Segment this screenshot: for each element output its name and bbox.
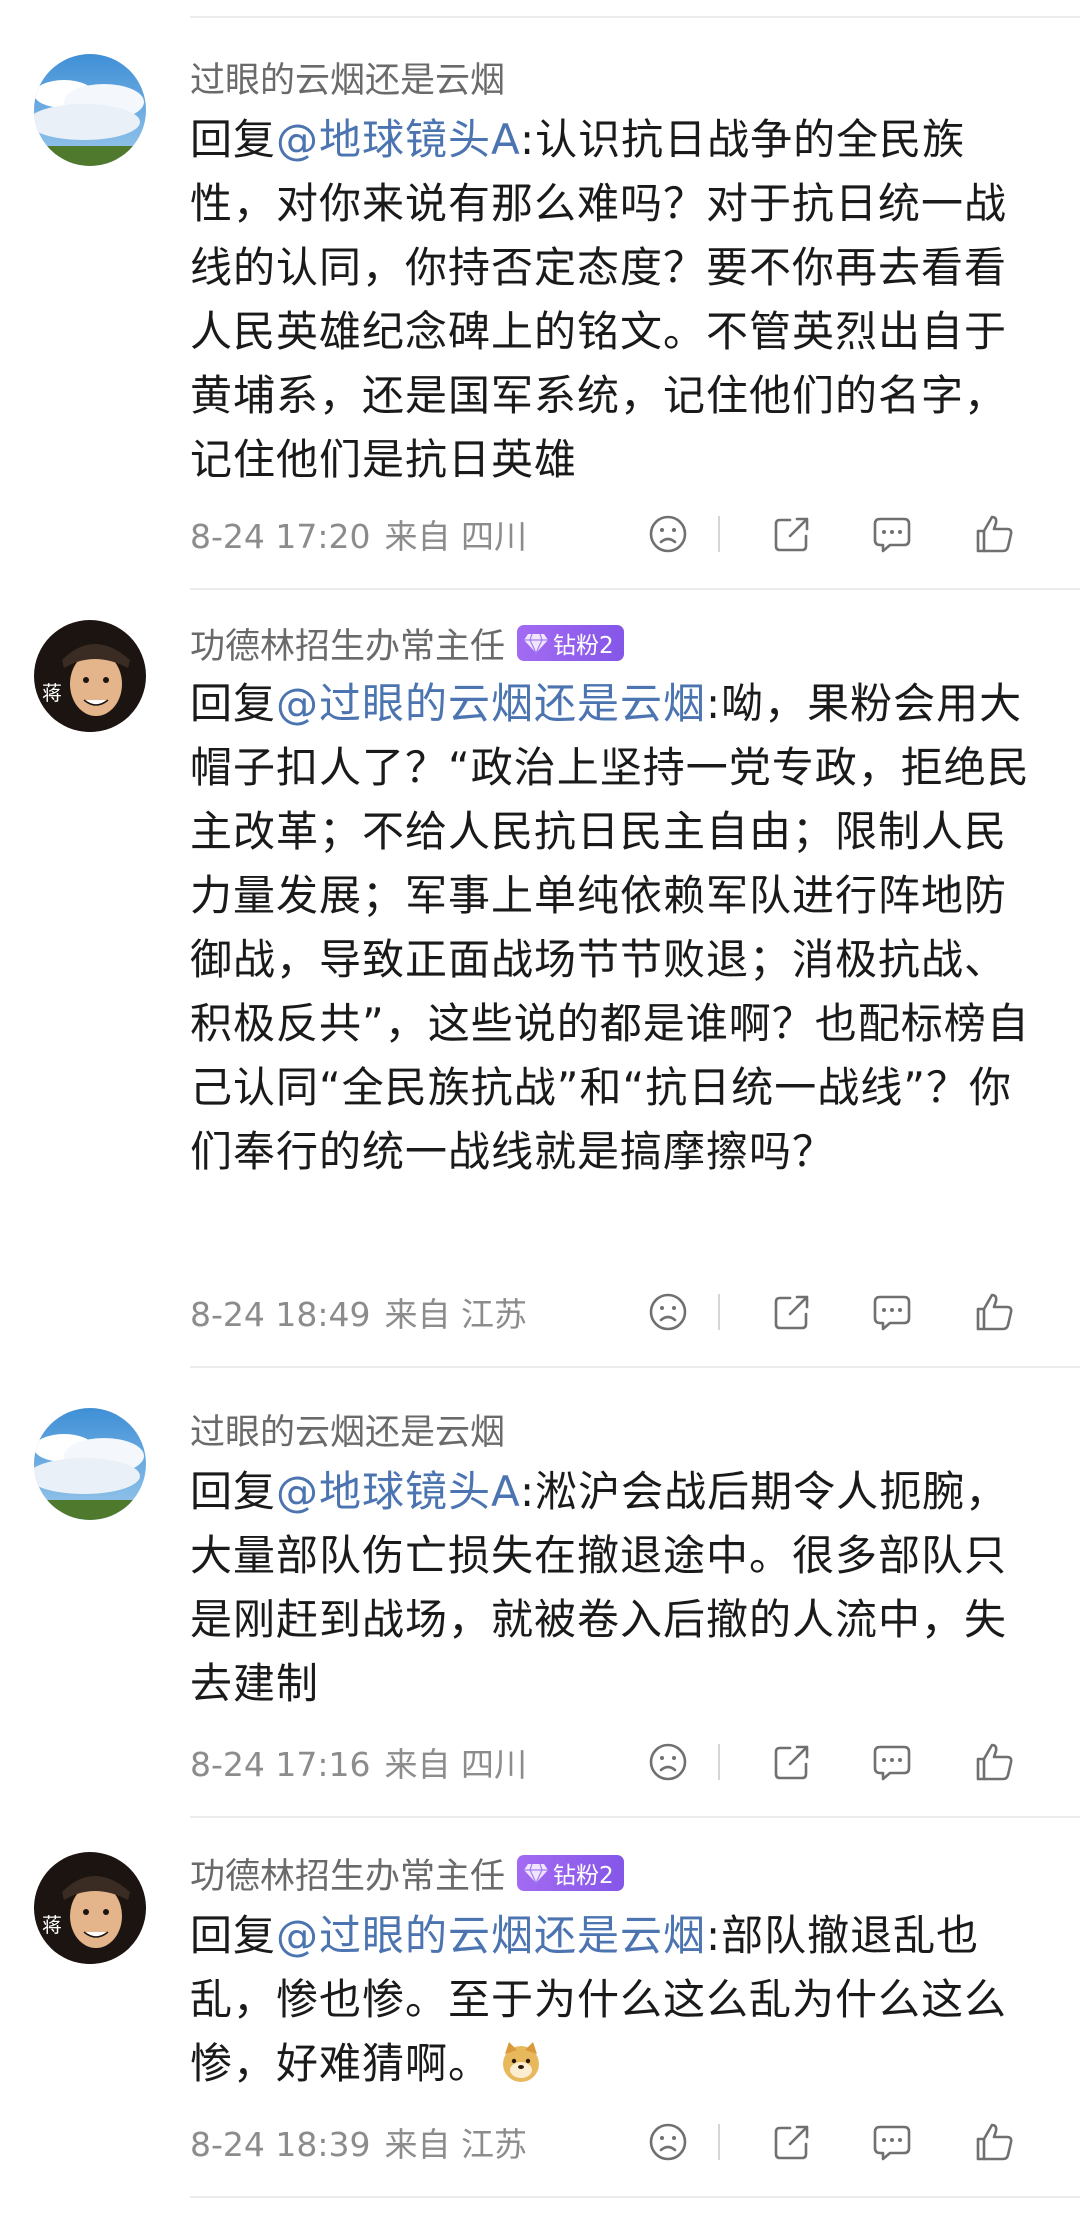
share-icon[interactable] [770,2120,814,2164]
share-icon[interactable] [770,1290,814,1334]
mention-link[interactable]: @地球镜头A [276,115,520,164]
action-bar [646,2112,1080,2172]
username[interactable]: 功德林招生办常主任 [190,1848,505,1899]
action-bar [646,504,1080,564]
comment-body: :认识抗日战争的全民族性，对你来说有那么难吗？对于抗日统一战线的认同，你持否定态… [190,115,1008,484]
comment-divider [190,1816,1080,1818]
meta-row: 8-24 18:39 来自 江苏 [190,2112,1080,2172]
username[interactable]: 功德林招生办常主任 [190,618,505,669]
comment-icon[interactable] [870,2120,914,2164]
username-row: 过眼的云烟还是云烟 [190,52,505,102]
comment-location: 来自 四川 [384,517,528,556]
badge-label: 钻粉2 [553,633,614,659]
doge-emoji-icon [499,2038,543,2082]
share-icon[interactable] [770,1740,814,1784]
comment-icon[interactable] [870,512,914,556]
badge-label: 钻粉2 [553,1863,614,1889]
mention-link[interactable]: @过眼的云烟还是云烟 [276,679,706,728]
comment-divider [190,588,1080,590]
dislike-icon[interactable] [646,1740,690,1784]
comment-text: 回复@地球镜头A:认识抗日战争的全民族性，对你来说有那么难吗？对于抗日统一战线的… [190,108,1030,492]
comment-meta: 8-24 17:16 来自 四川 [190,1738,527,1786]
action-bar [646,1732,1080,1792]
meta-row: 8-24 17:20 来自 四川 [190,504,1080,564]
comment-icon[interactable] [870,1740,914,1784]
comment-location: 来自 江苏 [384,1295,528,1334]
mention-link[interactable]: @过眼的云烟还是云烟 [276,1911,706,1960]
action-bar [646,1282,1080,1342]
meta-row: 8-24 18:49 来自 江苏 [190,1282,1080,1342]
comment-location: 来自 江苏 [384,2125,528,2164]
like-icon[interactable] [972,512,1016,556]
dislike-icon[interactable] [646,1290,690,1334]
comment-text: 回复@过眼的云烟还是云烟:部队撤退乱也乱，惨也惨。至于为什么这么乱为什么这么惨，… [190,1904,1030,2096]
username-row: 功德林招生办常主任 钻粉2 [190,1848,624,1898]
username[interactable]: 过眼的云烟还是云烟 [190,1404,505,1455]
comment-icon[interactable] [870,1290,914,1334]
avatar[interactable]: 蒋 [34,1852,146,1964]
svg-text:蒋: 蒋 [42,681,62,705]
share-icon[interactable] [770,512,814,556]
comment-meta: 8-24 18:39 来自 江苏 [190,2118,527,2166]
mention-link[interactable]: @地球镜头A [276,1467,520,1516]
svg-text:蒋: 蒋 [42,1913,62,1937]
dislike-icon[interactable] [646,512,690,556]
comment-time: 8-24 18:49 [190,1295,371,1334]
like-icon[interactable] [972,2120,1016,2164]
avatar[interactable] [34,54,146,166]
comment-meta: 8-24 17:20 来自 四川 [190,510,527,558]
comment-location: 来自 四川 [384,1745,528,1784]
username-row: 过眼的云烟还是云烟 [190,1404,505,1454]
reply-prefix: 回复 [190,1911,277,1960]
reply-prefix: 回复 [190,115,277,164]
comment-time: 8-24 17:16 [190,1745,371,1784]
username-row: 功德林招生办常主任 钻粉2 [190,618,624,668]
like-icon[interactable] [972,1290,1016,1334]
comment-body: :呦，果粉会用大帽子扣人了？“政治上坚持一党专政，拒绝民主改革；不给人民抗日民主… [190,679,1030,1176]
fan-badge[interactable]: 钻粉2 [517,625,624,661]
username[interactable]: 过眼的云烟还是云烟 [190,52,505,103]
top-divider [190,16,1080,18]
reply-prefix: 回复 [190,1467,277,1516]
comment-divider [190,2196,1080,2198]
comment-text: 回复@过眼的云烟还是云烟:呦，果粉会用大帽子扣人了？“政治上坚持一党专政，拒绝民… [190,672,1030,1184]
comment-text: 回复@地球镜头A:淞沪会战后期令人扼腕，大量部队伤亡损失在撤退途中。很多部队只是… [190,1460,1030,1716]
comment-divider [190,1366,1080,1368]
meta-row: 8-24 17:16 来自 四川 [190,1732,1080,1792]
action-separator [718,1294,720,1330]
comment-meta: 8-24 18:49 来自 江苏 [190,1288,527,1336]
dislike-icon[interactable] [646,2120,690,2164]
reply-prefix: 回复 [190,679,277,728]
action-separator [718,516,720,552]
comment-time: 8-24 17:20 [190,517,371,556]
action-separator [718,1744,720,1780]
diamond-icon [524,1863,549,1884]
like-icon[interactable] [972,1740,1016,1784]
comment-time: 8-24 18:39 [190,2125,371,2164]
action-separator [718,2124,720,2160]
avatar[interactable] [34,1408,146,1520]
avatar[interactable]: 蒋 [34,620,146,732]
fan-badge[interactable]: 钻粉2 [517,1855,624,1891]
diamond-icon [524,633,549,654]
